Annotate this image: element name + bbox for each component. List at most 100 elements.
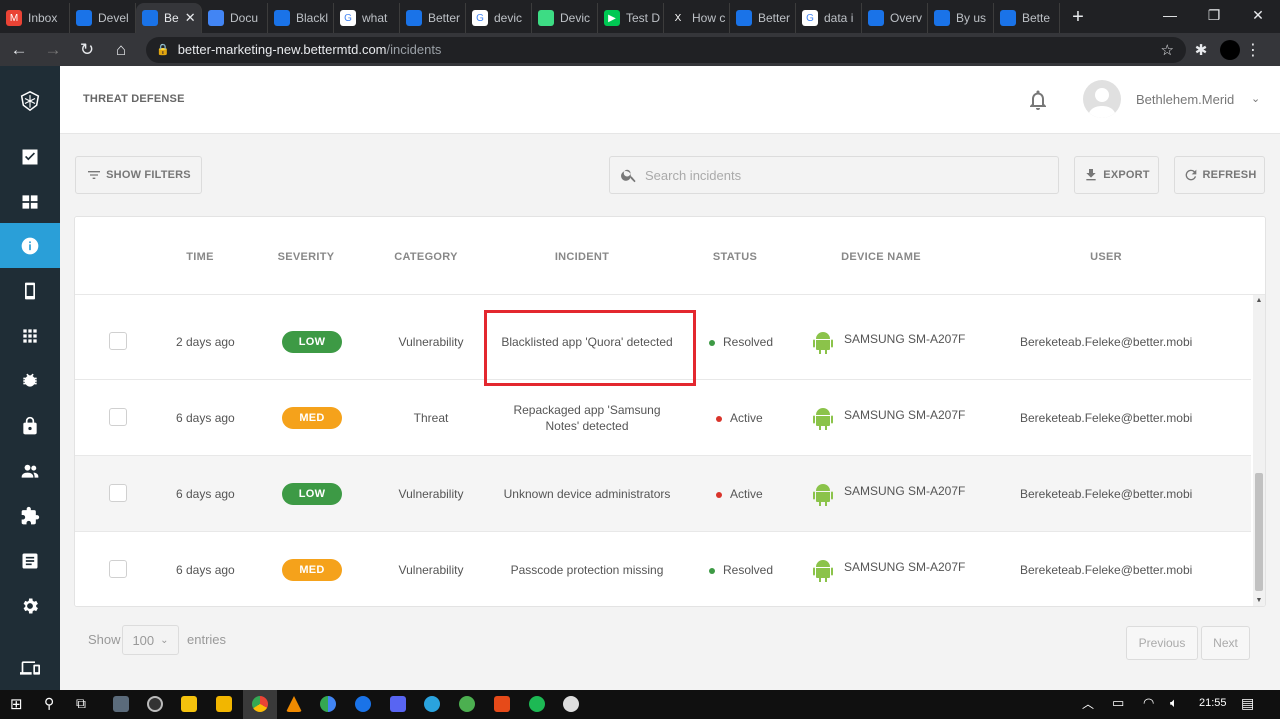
- extensions-icon[interactable]: ✱: [1186, 41, 1216, 59]
- search-input[interactable]: [645, 167, 1025, 183]
- table-row[interactable]: 6 days ago MED Threat Repackaged app 'Sa…: [75, 380, 1251, 456]
- obs-app-icon[interactable]: [147, 696, 163, 712]
- browser-tab[interactable]: M Inbox: [0, 3, 70, 33]
- next-page-button[interactable]: Next: [1201, 626, 1250, 660]
- browser-tab[interactable]: Gdata i: [796, 3, 862, 33]
- telegram-icon[interactable]: [424, 696, 440, 712]
- minimize-button[interactable]: —: [1148, 0, 1192, 30]
- search-icon[interactable]: ⚲: [44, 695, 54, 712]
- row-checkbox[interactable]: [109, 560, 127, 578]
- sidebar-item-devices[interactable]: [0, 268, 60, 313]
- browser-tab[interactable]: X How c: [664, 3, 730, 33]
- browser-tab[interactable]: Gwhat: [334, 3, 400, 33]
- scroll-down-icon[interactable]: ▼: [1255, 597, 1263, 604]
- column-header-incident[interactable]: INCIDENT: [555, 251, 609, 263]
- browser-tab[interactable]: Blackl: [268, 3, 334, 33]
- incident-cell[interactable]: Repackaged app 'Samsung Notes' detected: [512, 402, 662, 434]
- sticky-notes-icon[interactable]: [181, 696, 197, 712]
- export-button[interactable]: EXPORT: [1074, 156, 1159, 194]
- browser-tab[interactable]: Bette: [994, 3, 1060, 33]
- browser-menu-icon[interactable]: ⋮: [1240, 40, 1266, 60]
- browser-tab[interactable]: Better: [400, 3, 466, 33]
- clock-time[interactable]: 21:55: [1199, 697, 1227, 709]
- chrome-icon[interactable]: [252, 696, 268, 712]
- app-icon[interactable]: [355, 696, 371, 712]
- browser-tab[interactable]: By us: [928, 3, 994, 33]
- row-checkbox[interactable]: [109, 332, 127, 350]
- sidebar-item-device-groups[interactable]: [0, 645, 60, 690]
- column-header-severity[interactable]: SEVERITY: [278, 251, 335, 263]
- table-row[interactable]: 6 days ago LOW Vulnerability Unknown dev…: [75, 456, 1251, 532]
- profile-avatar[interactable]: [1220, 39, 1240, 60]
- chevron-up-icon[interactable]: ︿: [1082, 695, 1094, 712]
- close-tab-icon[interactable]: ✕: [185, 10, 196, 26]
- address-bar[interactable]: 🔒 better-marketing-new.bettermtd.com/inc…: [146, 36, 1186, 63]
- wifi-icon[interactable]: ◠: [1143, 695, 1154, 711]
- office-icon[interactable]: [494, 696, 510, 712]
- sidebar-item-dashboard[interactable]: [0, 179, 60, 224]
- notifications-bell-icon[interactable]: [1026, 88, 1050, 112]
- battery-icon[interactable]: ▭: [1112, 695, 1124, 711]
- upwork-icon[interactable]: [459, 696, 475, 712]
- home-icon[interactable]: ⌂: [106, 40, 136, 60]
- sidebar-item-settings[interactable]: [0, 583, 60, 628]
- task-view-icon[interactable]: ⧉: [76, 695, 86, 712]
- column-header-user[interactable]: USER: [1090, 251, 1122, 263]
- table-row[interactable]: 6 days ago MED Vulnerability Passcode pr…: [75, 532, 1251, 606]
- user-avatar[interactable]: [1083, 80, 1121, 118]
- forward-icon[interactable]: →: [38, 40, 68, 60]
- sidebar-item-integrations[interactable]: [0, 493, 60, 538]
- entries-select[interactable]: 100 ⌄: [122, 625, 179, 655]
- app-logo-icon[interactable]: [0, 78, 60, 123]
- column-header-device-name[interactable]: DEVICE NAME: [841, 251, 921, 263]
- file-explorer-icon[interactable]: [216, 696, 232, 712]
- previous-page-button[interactable]: Previous: [1126, 626, 1198, 660]
- column-header-status[interactable]: STATUS: [713, 251, 757, 263]
- notification-center-icon[interactable]: ▤: [1241, 695, 1254, 712]
- reload-icon[interactable]: ↻: [72, 40, 102, 60]
- maximize-button[interactable]: ❐: [1192, 0, 1236, 30]
- sidebar-item-incidents[interactable]: [0, 223, 60, 268]
- bookmark-star-icon[interactable]: ☆: [1161, 41, 1174, 59]
- volume-icon[interactable]: 🔈︎: [1170, 695, 1178, 711]
- sidebar-item-threats[interactable]: [0, 358, 60, 403]
- browser-tab[interactable]: Be ✕: [136, 3, 202, 33]
- new-tab-button[interactable]: +: [1060, 3, 1096, 33]
- browser-tab[interactable]: Docu: [202, 3, 268, 33]
- discord-icon[interactable]: [390, 696, 406, 712]
- browser-tab[interactable]: Devic: [532, 3, 598, 33]
- show-filters-button[interactable]: SHOW FILTERS: [75, 156, 202, 194]
- row-checkbox[interactable]: [109, 484, 127, 502]
- back-icon[interactable]: ←: [4, 40, 34, 60]
- username-label[interactable]: Bethlehem.Merid: [1136, 92, 1234, 107]
- column-header-time[interactable]: TIME: [186, 251, 213, 263]
- incident-cell[interactable]: Unknown device administrators: [492, 486, 682, 502]
- windows-start-icon[interactable]: ⊞: [10, 695, 23, 713]
- search-box[interactable]: [609, 156, 1059, 194]
- vlc-icon[interactable]: [286, 696, 302, 712]
- browser-tab[interactable]: Overv: [862, 3, 928, 33]
- chevron-down-icon[interactable]: ⌄: [1251, 92, 1260, 105]
- row-checkbox[interactable]: [109, 408, 127, 426]
- browser-tab[interactable]: Gdevic: [466, 3, 532, 33]
- sidebar-item-reports[interactable]: [0, 538, 60, 583]
- camera-app-icon[interactable]: [113, 696, 129, 712]
- scroll-up-icon[interactable]: ▲: [1255, 297, 1263, 304]
- incident-cell[interactable]: Passcode protection missing: [497, 562, 677, 578]
- scrollbar-thumb[interactable]: [1255, 473, 1263, 591]
- table-scrollbar[interactable]: ▲ ▼: [1253, 295, 1265, 606]
- sidebar-item-tasks[interactable]: [0, 134, 60, 179]
- window-controls: — ❐ ✕: [1148, 0, 1280, 30]
- sidebar-item-users[interactable]: [0, 448, 60, 493]
- app-icon[interactable]: [563, 696, 579, 712]
- column-header-category[interactable]: CATEGORY: [394, 251, 458, 263]
- sidebar-item-apps[interactable]: [0, 313, 60, 358]
- refresh-button[interactable]: REFRESH: [1174, 156, 1265, 194]
- browser-tab[interactable]: ▶ Test D: [598, 3, 664, 33]
- sidebar-item-security[interactable]: [0, 403, 60, 448]
- paint-icon[interactable]: [320, 696, 336, 712]
- browser-tab[interactable]: Devel: [70, 3, 136, 33]
- browser-tab[interactable]: Better: [730, 3, 796, 33]
- spotify-icon[interactable]: [529, 696, 545, 712]
- close-window-button[interactable]: ✕: [1236, 0, 1280, 30]
